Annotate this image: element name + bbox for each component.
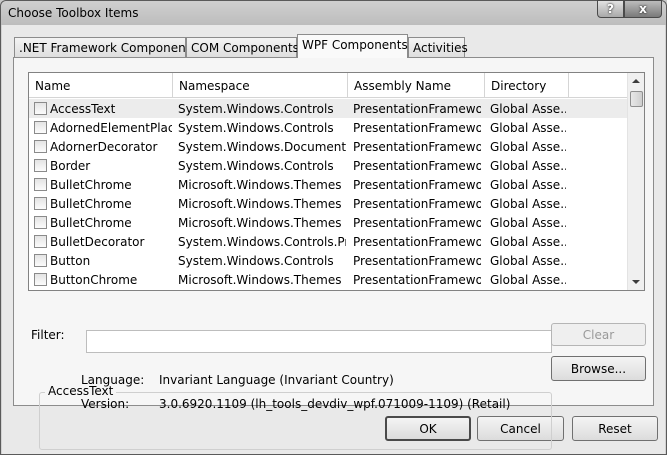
- cell-assembly: PresentationFramewo...: [353, 159, 481, 173]
- table-row[interactable]: Button System.Windows.Controls Presentatio…: [29, 251, 627, 270]
- tab-net-framework[interactable]: .NET Framework Components: [14, 37, 197, 57]
- column-header-namespace[interactable]: Namespace: [173, 73, 348, 98]
- table-row[interactable]: AdornedElementPlac... System.Windows.Cont…: [29, 118, 627, 137]
- clear-button[interactable]: Clear: [551, 323, 646, 346]
- row-checkbox[interactable]: [34, 121, 47, 134]
- cell-name: AccessText: [50, 102, 116, 116]
- cell-directory: Global Asse...: [490, 216, 566, 230]
- cell-directory: Global Asse...: [490, 121, 566, 135]
- column-header-assembly[interactable]: Assembly Name: [348, 73, 485, 98]
- row-checkbox[interactable]: [34, 140, 47, 153]
- scroll-up-arrow-icon[interactable]: [632, 79, 640, 83]
- vertical-scrollbar[interactable]: [627, 73, 644, 290]
- help-button[interactable]: ?: [597, 0, 624, 18]
- reset-button[interactable]: Reset: [572, 416, 658, 441]
- row-checkbox[interactable]: [34, 102, 47, 115]
- browse-button[interactable]: Browse...: [551, 356, 646, 381]
- language-label: Language:: [81, 373, 145, 387]
- close-button[interactable]: x: [624, 0, 662, 18]
- row-checkbox[interactable]: [34, 178, 47, 191]
- cell-name: Button: [50, 254, 91, 268]
- version-label: Version:: [81, 397, 130, 411]
- row-checkbox[interactable]: [34, 197, 47, 210]
- column-header-name[interactable]: Name: [29, 73, 173, 98]
- cell-name: BulletChrome: [50, 178, 132, 192]
- cell-name: BulletDecorator: [50, 235, 145, 249]
- scroll-down-arrow-icon[interactable]: [632, 280, 640, 284]
- cell-name: ButtonChrome: [50, 273, 138, 287]
- cell-assembly: PresentationFramewo...: [353, 178, 481, 192]
- cell-assembly: PresentationFramewo...: [353, 273, 481, 287]
- list-header: Name Namespace Assembly Name Directory: [29, 73, 627, 98]
- cell-namespace: System.Windows.Controls: [178, 102, 334, 116]
- dialog-client: .NET Framework Components COM Components…: [2, 25, 665, 454]
- cell-name: BulletChrome: [50, 197, 132, 211]
- close-icon: x: [639, 2, 647, 16]
- row-checkbox[interactable]: [34, 159, 47, 172]
- scroll-thumb[interactable]: [630, 91, 643, 107]
- cell-assembly: PresentationFramewo...: [353, 102, 481, 116]
- cell-namespace: Microsoft.Windows.Themes: [178, 216, 342, 230]
- row-checkbox[interactable]: [34, 254, 47, 267]
- cell-directory: Global Asse...: [490, 254, 566, 268]
- table-row[interactable]: BulletChrome Microsoft.Windows.Themes Pres…: [29, 213, 627, 232]
- cell-namespace: System.Windows.Documents: [178, 140, 346, 154]
- cell-directory: Global Asse...: [490, 273, 566, 287]
- cell-assembly: PresentationFramewo...: [353, 254, 481, 268]
- window-title: Choose Toolbox Items: [8, 6, 139, 20]
- table-row[interactable]: AccessText System.Windows.Controls Present…: [29, 99, 627, 118]
- cell-namespace: Microsoft.Windows.Themes: [178, 197, 342, 211]
- title-bar[interactable]: Choose Toolbox Items ? x: [1, 0, 666, 25]
- cell-directory: Global Asse...: [490, 197, 566, 211]
- cell-namespace: System.Windows.Controls: [178, 159, 334, 173]
- table-row[interactable]: BulletChrome Microsoft.Windows.Themes Pres…: [29, 194, 627, 213]
- table-row[interactable]: Border System.Windows.Controls Presentatio…: [29, 156, 627, 175]
- filter-input[interactable]: [86, 330, 552, 353]
- cell-namespace: System.Windows.Controls: [178, 121, 334, 135]
- tab-com-components[interactable]: COM Components: [186, 37, 299, 57]
- version-value: 3.0.6920.1109 (lh_tools_devdiv_wpf.07100…: [159, 397, 511, 411]
- cell-name: AdornedElementPlac...: [50, 121, 172, 135]
- table-row[interactable]: AdornerDecorator System.Windows.Documents…: [29, 137, 627, 156]
- cell-directory: Global Asse...: [490, 159, 566, 173]
- table-row[interactable]: ButtonChrome Microsoft.Windows.Themes Pres…: [29, 270, 627, 289]
- tab-panel: Name Namespace Assembly Name Directory A…: [13, 57, 654, 450]
- filter-label: Filter:: [31, 328, 65, 342]
- tab-wpf-components[interactable]: WPF Components: [297, 34, 408, 58]
- cell-name: BulletChrome: [50, 216, 132, 230]
- tab-activities[interactable]: Activities: [408, 37, 468, 57]
- cell-namespace: Microsoft.Windows.Themes: [178, 178, 342, 192]
- cell-assembly: PresentationFramewo...: [353, 216, 481, 230]
- language-value: Invariant Language (Invariant Country): [159, 373, 394, 387]
- row-checkbox[interactable]: [34, 273, 47, 286]
- cell-name: AdornerDecorator: [50, 140, 158, 154]
- dialog-window: Choose Toolbox Items ? x .NET Framework …: [0, 0, 667, 455]
- row-checkbox[interactable]: [34, 216, 47, 229]
- cell-assembly: PresentationFramewo...: [353, 121, 481, 135]
- cell-directory: Global Asse...: [490, 102, 566, 116]
- cell-directory: Global Asse...: [490, 140, 566, 154]
- column-header-directory[interactable]: Directory: [485, 73, 569, 98]
- cell-directory: Global Asse...: [490, 178, 566, 192]
- row-checkbox[interactable]: [34, 235, 47, 248]
- components-list[interactable]: Name Namespace Assembly Name Directory A…: [28, 72, 645, 291]
- cell-name: Border: [50, 159, 91, 173]
- cell-directory: Global Asse...: [490, 235, 566, 249]
- cell-namespace: Microsoft.Windows.Themes: [178, 273, 342, 287]
- cell-namespace: System.Windows.Controls.Pr...: [178, 235, 346, 249]
- table-row[interactable]: BulletChrome Microsoft.Windows.Themes Pres…: [29, 175, 627, 194]
- cell-namespace: System.Windows.Controls: [178, 254, 334, 268]
- cell-assembly: PresentationFramewo...: [353, 140, 481, 154]
- cell-assembly: PresentationFramewo...: [353, 197, 481, 211]
- table-row[interactable]: BulletDecorator System.Windows.Controls.P…: [29, 232, 627, 251]
- cell-assembly: PresentationFramewo...: [353, 235, 481, 249]
